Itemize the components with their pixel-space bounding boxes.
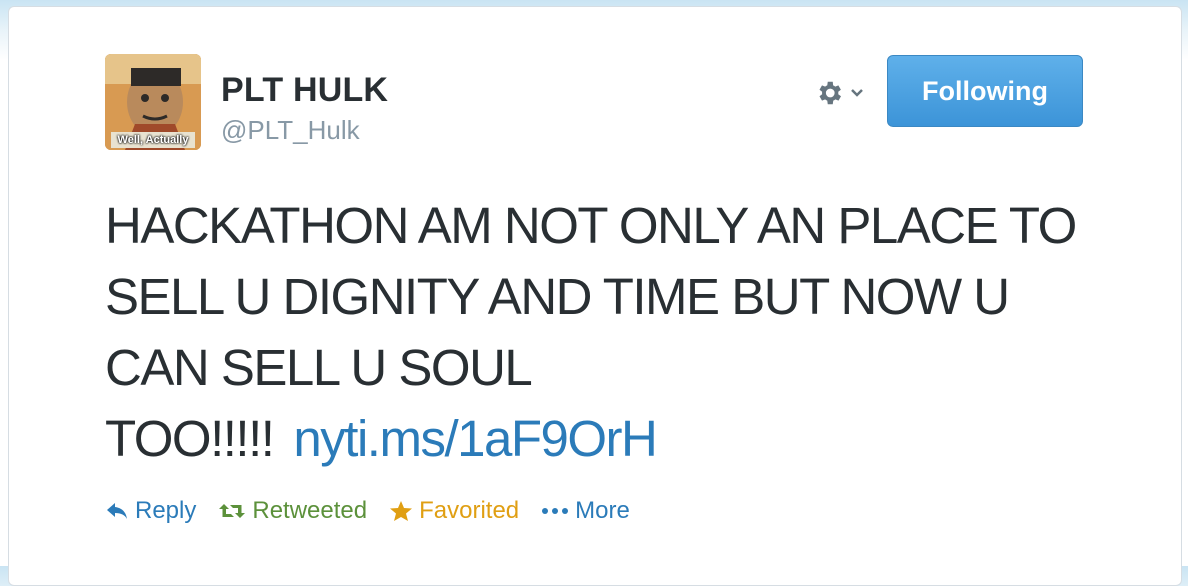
reply-label: Reply xyxy=(135,497,197,524)
reply-icon xyxy=(107,503,127,519)
favorite-button[interactable]: Favorited xyxy=(389,497,519,525)
star-icon xyxy=(390,501,413,521)
following-button[interactable]: Following xyxy=(887,55,1083,127)
tweet-actions: Reply Retweeted Favorited More xyxy=(105,497,652,525)
favorited-label: Favorited xyxy=(419,497,520,524)
more-dots-icon xyxy=(542,508,569,514)
retweet-button[interactable]: Retweeted xyxy=(218,497,367,525)
avatar[interactable]: Well, Actually xyxy=(105,54,201,150)
tweet-text: HACKATHON AM NOT ONLY AN PLACE TO SELL U… xyxy=(105,190,1085,474)
avatar-caption: Well, Actually xyxy=(117,134,189,146)
gear-icon xyxy=(819,81,841,105)
user-actions-dropdown[interactable] xyxy=(814,77,874,109)
more-label: More xyxy=(575,497,630,524)
chevron-down-icon xyxy=(851,89,863,97)
display-name[interactable]: PLT HULK xyxy=(221,71,388,110)
tweet-card: Well, Actually PLT HULK @PLT_Hulk Follow… xyxy=(8,6,1182,586)
retweet-icon xyxy=(219,504,246,518)
more-button[interactable]: More xyxy=(541,497,630,525)
retweeted-label: Retweeted xyxy=(252,497,368,524)
tweet-link[interactable]: nyti.ms/1aF9OrH xyxy=(293,410,657,467)
user-handle[interactable]: @PLT_Hulk xyxy=(221,115,360,146)
reply-button[interactable]: Reply xyxy=(105,497,196,525)
